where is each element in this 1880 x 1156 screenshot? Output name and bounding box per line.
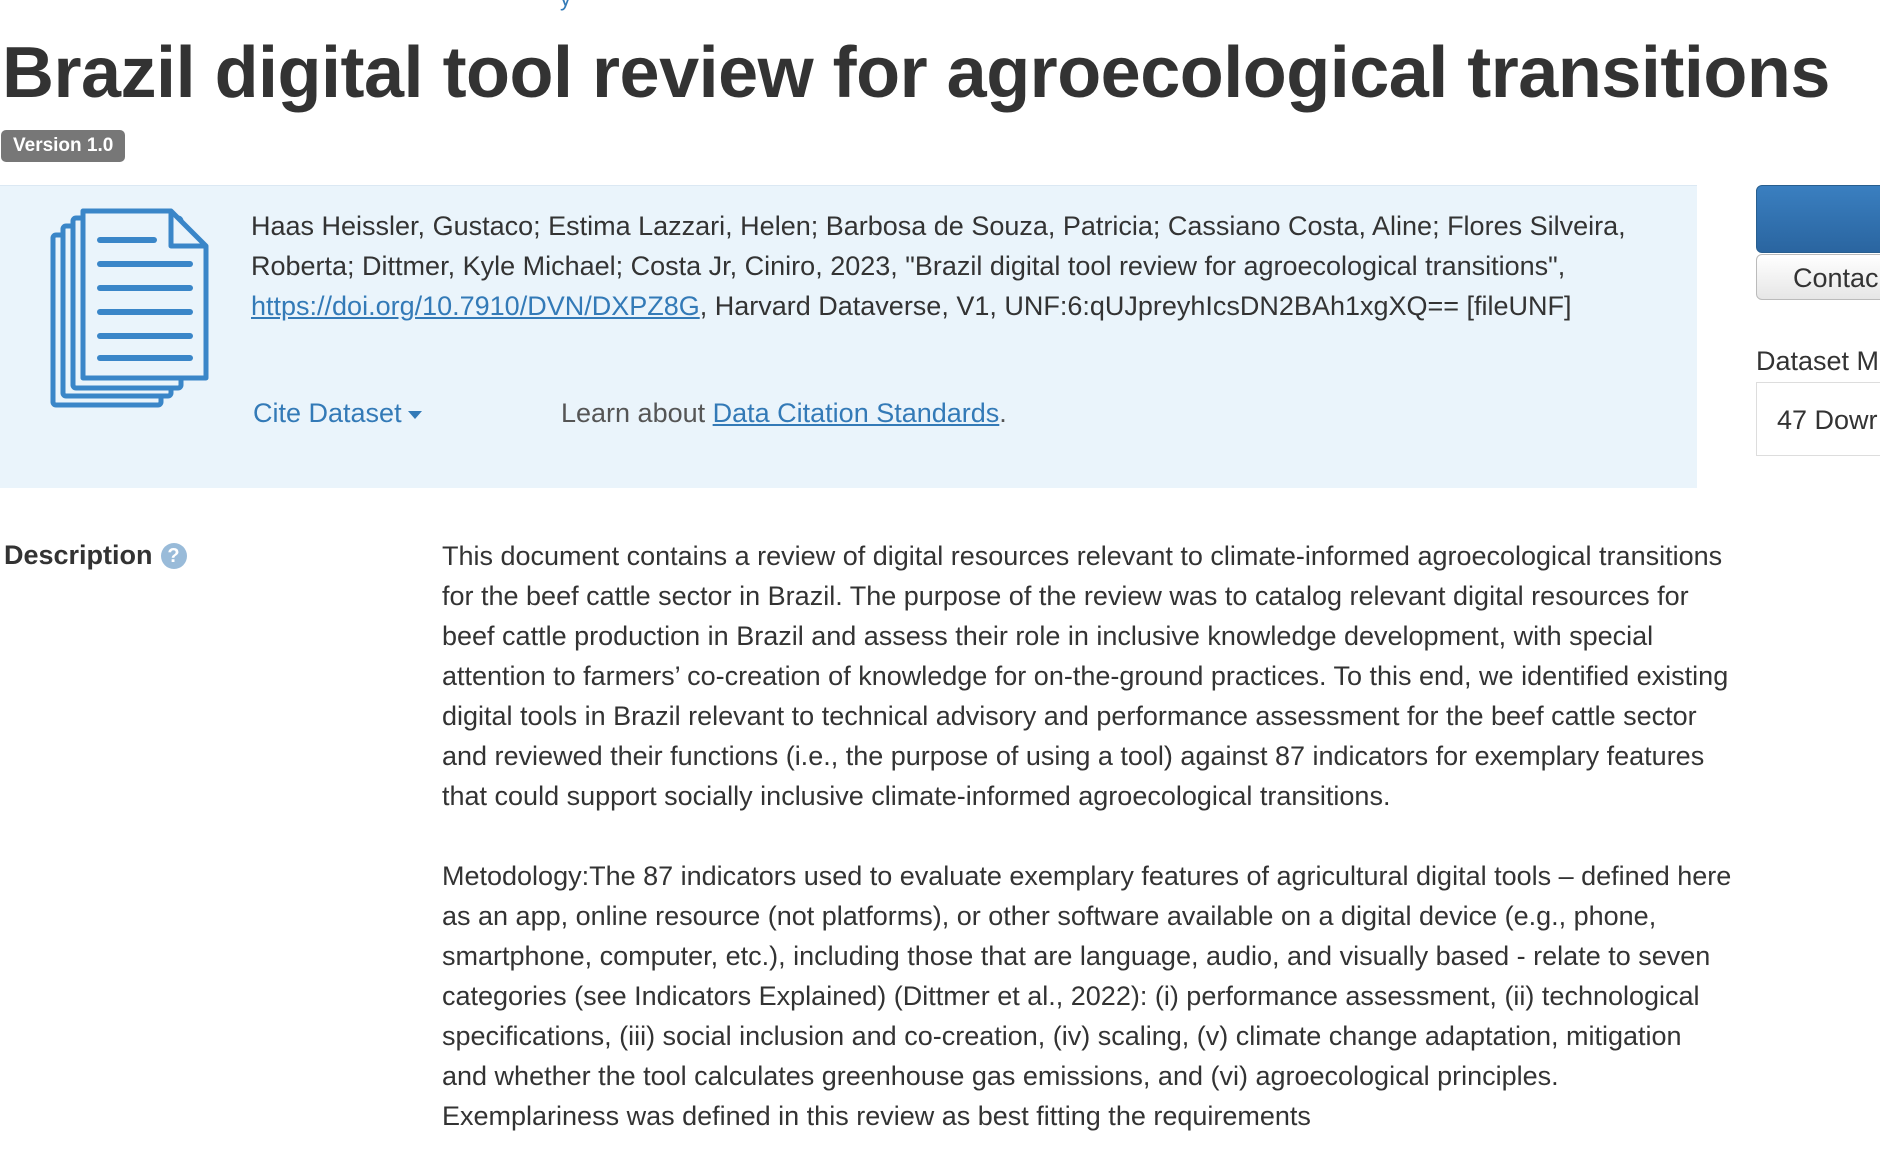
description-body: This document contains a review of digit… xyxy=(442,536,1732,1136)
access-dataset-button[interactable] xyxy=(1756,185,1880,253)
cite-dataset-label: Cite Dataset xyxy=(253,398,402,428)
description-paragraph-1: This document contains a review of digit… xyxy=(442,541,1736,811)
learn-about-suffix: . xyxy=(999,398,1007,428)
learn-about-text: Learn about Data Citation Standards. xyxy=(561,398,1007,429)
data-citation-standards-link[interactable]: Data Citation Standards xyxy=(713,398,1000,428)
description-label: Description? xyxy=(4,540,187,571)
document-stack-icon xyxy=(50,208,209,408)
dataset-metrics-label: Dataset M xyxy=(1756,346,1880,376)
learn-about-prefix: Learn about xyxy=(561,398,713,428)
doi-link[interactable]: https://doi.org/10.7910/DVN/DXPZ8G xyxy=(251,291,700,321)
description-label-text: Description xyxy=(4,540,153,570)
citation-box: Haas Heissler, Gustaco; Estima Lazzari, … xyxy=(0,185,1697,488)
citation-rest: , Harvard Dataverse, V1, UNF:6:qUJpreyhI… xyxy=(699,291,1572,321)
description-paragraph-2: Metodology:The 87 indicators used to eva… xyxy=(442,861,1739,1131)
breadcrumb-fragment[interactable]: y xyxy=(560,0,571,12)
version-badge: Version 1.0 xyxy=(1,130,126,162)
contact-owner-button[interactable]: Contac xyxy=(1756,254,1880,300)
caret-down-icon xyxy=(407,410,422,419)
cite-dataset-dropdown[interactable]: Cite Dataset xyxy=(253,398,422,429)
dataset-title: Brazil digital tool review for agroecolo… xyxy=(2,33,1830,113)
dataset-page: y Brazil digital tool review for agroeco… xyxy=(0,0,1880,1156)
citation-authors: Haas Heissler, Gustaco; Estima Lazzari, … xyxy=(251,211,1626,281)
question-circle-icon[interactable]: ? xyxy=(160,543,187,569)
downloads-count: 47 Dowr xyxy=(1756,382,1880,456)
citation-text: Haas Heissler, Gustaco; Estima Lazzari, … xyxy=(251,206,1671,326)
